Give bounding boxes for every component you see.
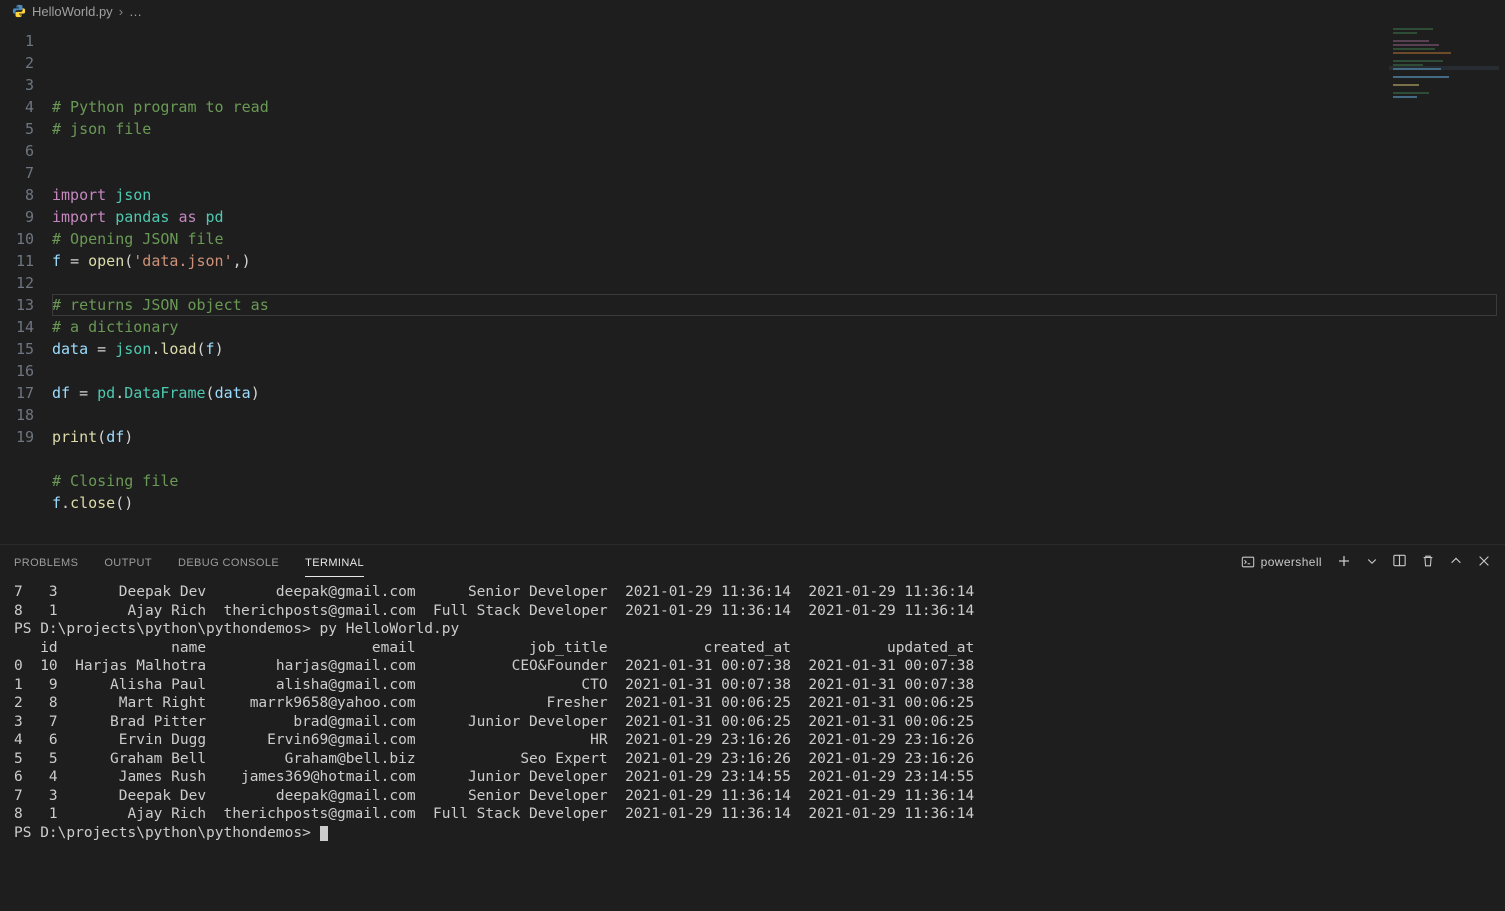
trash-icon[interactable] — [1421, 554, 1435, 571]
breadcrumb-file[interactable]: HelloWorld.py — [32, 4, 113, 19]
code-area[interactable]: # Python program to read# json fileimpor… — [52, 22, 1505, 544]
tab-problems[interactable]: PROBLEMS — [14, 548, 78, 576]
panel-tabs: PROBLEMS OUTPUT DEBUG CONSOLE TERMINAL p… — [0, 545, 1505, 579]
line-number-gutter: 12345678910111213141516171819 — [0, 22, 52, 544]
breadcrumb-tail[interactable]: … — [129, 4, 142, 19]
split-terminal-icon[interactable] — [1392, 553, 1407, 571]
close-panel-icon[interactable] — [1477, 554, 1491, 571]
breadcrumb: HelloWorld.py › … — [0, 0, 1505, 22]
terminal-output[interactable]: 7 3 Deepak Dev deepak@gmail.com Senior D… — [0, 579, 1505, 911]
maximize-panel-icon[interactable] — [1449, 554, 1463, 571]
panel: PROBLEMS OUTPUT DEBUG CONSOLE TERMINAL p… — [0, 544, 1505, 911]
editor[interactable]: 12345678910111213141516171819 # Python p… — [0, 22, 1505, 544]
chevron-down-icon[interactable] — [1366, 555, 1378, 570]
minimap[interactable] — [1389, 26, 1499, 106]
tab-output[interactable]: OUTPUT — [104, 548, 152, 576]
tab-terminal[interactable]: TERMINAL — [305, 548, 364, 577]
breadcrumb-separator: › — [119, 4, 123, 19]
tab-debug-console[interactable]: DEBUG CONSOLE — [178, 548, 279, 576]
python-file-icon — [12, 4, 26, 18]
new-terminal-icon[interactable] — [1336, 553, 1352, 572]
terminal-shell-selector[interactable]: powershell — [1241, 555, 1322, 569]
